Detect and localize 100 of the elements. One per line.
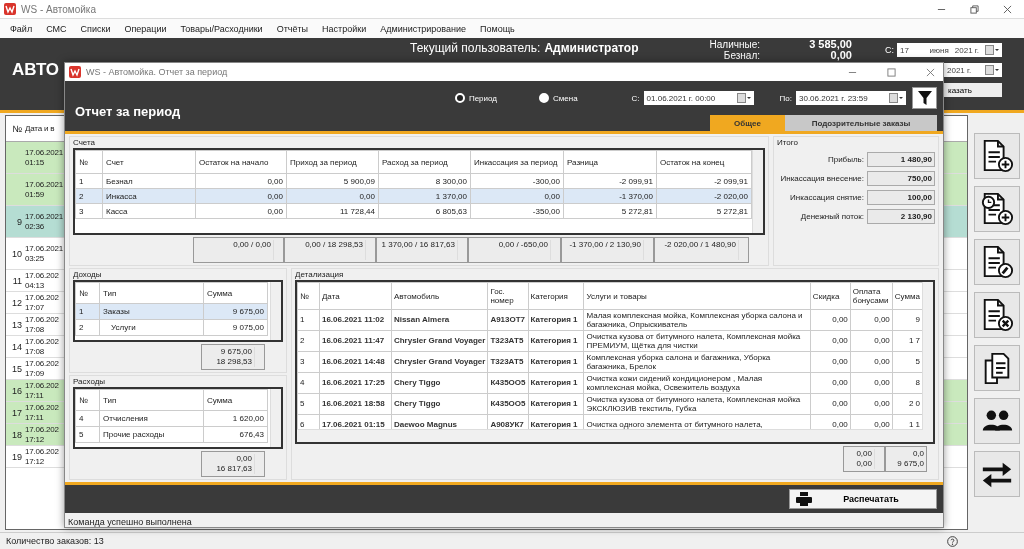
column-header[interactable]: Категория (528, 282, 584, 310)
total-field: 0,00 / 0,00 (193, 237, 284, 263)
column-header[interactable]: Приход за период (286, 150, 379, 174)
close-icon[interactable] (926, 67, 935, 77)
table-cell: Очистка кузова от битумного налета, Комплексная мойка ЭКСКЛЮЗИВ текстиль, Губка (586, 394, 801, 413)
from-date-field[interactable]: 01.06.2021 г. 00:00 (643, 91, 754, 105)
total-field: 0,00 / 18 298,53 (284, 237, 376, 263)
menu-item[interactable]: Администрирование (380, 23, 466, 34)
menu-item[interactable]: Списки (80, 23, 111, 34)
show-button[interactable]: казать (944, 83, 1002, 97)
app-logo-icon (4, 3, 16, 15)
table-cell: 4 (79, 414, 84, 423)
table-row[interactable]: 2 16.06.2021 11:47 Chrysler Grand Voyager Т323АТ5 Категория 1 Очистка кузова от битумного налета, Комплексная мойка ПРЕМИУМ, Щётка для чистки 0,00 0,00 1 7 (297, 330, 923, 352)
filter-button[interactable] (912, 87, 937, 109)
restore-icon[interactable] (970, 4, 979, 14)
table-cell: К435ОО5 (490, 399, 526, 409)
to-date-field[interactable]: 30.06.2021 г. 23:59 (796, 91, 906, 105)
total-field: 0,00 / -650,00 (468, 237, 561, 263)
column-header[interactable]: Гос. номер (487, 282, 528, 310)
table-row[interactable]: 3 Касса 0,00 11 728,44 6 805,63 -350,00 5 272,81 5 272,81 (75, 203, 752, 219)
column-header[interactable]: Остаток на конец (656, 150, 752, 174)
table-cell: Очистка кожи сидений кондиционером , Малая комплексная мойка, Освежитель воздуха (586, 373, 763, 392)
menu-item[interactable]: СМС (46, 23, 67, 34)
order-date: 17.06.202 17:11 (24, 402, 59, 423)
doc-remove-button[interactable] (974, 292, 1020, 338)
column-header[interactable]: Тип (99, 389, 204, 411)
table-row[interactable]: 1 16.06.2021 11:02 Nissan Almera А913ОТ7 Категория 1 Малая комплексная мойка, Комплексная уборка салона и багажника, Опрыскиватель 0,00 0,00 9 (297, 309, 923, 331)
table-cell: 0,00 (359, 191, 375, 201)
menu-item[interactable]: Операции (124, 23, 167, 34)
scrollbar[interactable] (270, 389, 281, 447)
order-date: 17.06.202 17:09 (24, 358, 59, 379)
table-cell: 676,43 (239, 430, 264, 439)
table-row[interactable]: 3 16.06.2021 14:48 Chrysler Grand Voyager Т323АТ5 Категория 1 Комплексная уборка салона и багажника, Уборка багажника, Брелок 0,00 0,00 5 (297, 351, 923, 373)
table-cell: 2 (79, 191, 84, 201)
column-header[interactable]: № (75, 150, 103, 174)
cash-value: 3 585,00 (809, 39, 852, 50)
close-icon[interactable] (1003, 4, 1012, 14)
table-cell: 4 (300, 378, 305, 388)
print-button[interactable]: Распечатать (789, 489, 937, 509)
table-row[interactable]: 2 Инкасса 0,00 0,00 1 370,00 0,00 -1 370,00 -2 020,00 (75, 188, 752, 204)
column-header[interactable]: Сумма (203, 389, 268, 411)
menu-item[interactable]: Помощь (480, 23, 515, 34)
column-header[interactable]: Расход за период (378, 150, 471, 174)
tab[interactable]: Общее (710, 115, 785, 131)
date-picker[interactable]: 17 июня 2021 г. (897, 43, 1002, 57)
table-row[interactable]: 4 16.06.2021 17:25 Chery Tiggo К435ОО5 Категория 1 Очистка кожи сидений кондиционером , Малая комплексная мойка, Освежитель воздуха 0,00 0,00 8 (297, 372, 923, 394)
table-cell: Малая комплексная мойка, Комплексная уборка салона и багажника, Опрыскиватель (586, 310, 803, 329)
scrollbar[interactable] (270, 282, 281, 340)
column-header[interactable]: № (297, 282, 320, 310)
column-header[interactable]: Разница (563, 150, 657, 174)
menu-item[interactable]: Файл (10, 23, 33, 34)
table-cell: Безнал (106, 176, 133, 186)
table-row[interactable]: 1 Безнал 0,00 5 900,09 8 300,00 -300,00 -2 099,91 -2 099,91 (75, 173, 752, 189)
mode-radio[interactable]: Смена (539, 93, 578, 103)
table-cell: 1 370,00 (435, 191, 467, 201)
table-cell: Категория 1 (530, 336, 578, 346)
doc-clock-button[interactable] (974, 186, 1020, 232)
tab[interactable]: Подозрительные заказы (785, 115, 937, 131)
menu-item[interactable]: Отчёты (276, 23, 309, 34)
table-cell: 2 (300, 336, 305, 346)
user-label: Текущий пользователь: (410, 41, 541, 55)
column-header[interactable]: Счет (102, 150, 196, 174)
column-header[interactable]: Сумма (203, 282, 268, 304)
menu-item[interactable]: Товары/Расходники (180, 23, 263, 34)
table-cell: 0,00 (874, 336, 890, 346)
column-header[interactable]: № (75, 282, 100, 304)
table-row[interactable]: 5 16.06.2021 18:58 Chery Tiggo К435ОО5 Категория 1 Очистка кузова от битумного налета, Комплексная мойка ЭКСКЛЮЗИВ текстиль, Губка 0,00 0,00 2 0 (297, 393, 923, 415)
order-date: 17.06.202 17:08 (24, 314, 59, 335)
docs-button[interactable] (974, 345, 1020, 391)
row-number: 17 (12, 407, 22, 418)
column-header[interactable]: Автомобиль (391, 282, 488, 310)
users-button[interactable] (974, 398, 1020, 444)
column-header[interactable]: Услуги и товары (584, 282, 811, 310)
swap-button[interactable] (974, 451, 1020, 497)
table-cell: 9 675,00 (232, 307, 264, 316)
table-cell: 1 1 (908, 420, 920, 430)
column-header[interactable]: Остаток на начало (195, 150, 287, 174)
column-header[interactable]: Скидка (810, 282, 851, 310)
help-icon[interactable] (947, 535, 958, 547)
date-picker[interactable]: 2021 г. (944, 63, 1002, 77)
column-header[interactable]: Тип (99, 282, 204, 304)
table-cell: Очистка одного элемента от битумного налета, (586, 420, 763, 430)
scrollbar[interactable] (922, 282, 933, 442)
column-header[interactable]: № (75, 389, 100, 411)
table-cell: 0,00 (832, 336, 848, 346)
doc-edit-button[interactable] (974, 239, 1020, 285)
table-cell: 2 (79, 323, 84, 332)
column-header[interactable]: Оплата бонусами (850, 282, 893, 310)
order-date: 17.06.202 17:11 (24, 380, 59, 401)
window-title: WS - Автомойка. Отчет за период (86, 67, 228, 77)
scrollbar[interactable] (752, 150, 763, 233)
mode-radio[interactable]: Период (454, 93, 497, 103)
calendar-dropdown-icon (736, 93, 751, 103)
column-header[interactable]: Дата (319, 282, 392, 310)
menu-item[interactable]: Настройки (322, 23, 367, 34)
table-cell: 0,00 (267, 176, 283, 186)
column-header[interactable]: Инкассация за период (470, 150, 564, 174)
table-cell: Прочие расходы (103, 430, 165, 439)
doc-plus-button[interactable] (974, 133, 1020, 179)
scrollbar[interactable] (297, 429, 923, 442)
